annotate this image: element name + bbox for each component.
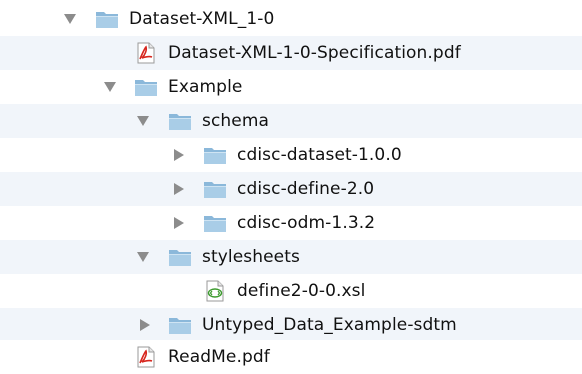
folder-icon xyxy=(203,178,227,200)
tree-item-label: Example xyxy=(168,77,243,97)
tree-row-cdisc-dataset[interactable]: cdisc-dataset-1.0.0 xyxy=(0,138,582,172)
folder-icon xyxy=(168,314,192,336)
folder-icon xyxy=(168,246,192,268)
tree-item-label: Dataset-XML_1-0 xyxy=(129,9,275,29)
tree-row-cdisc-odm[interactable]: cdisc-odm-1.3.2 xyxy=(0,206,582,240)
tree-item-label: ReadMe.pdf xyxy=(168,347,270,367)
disclosure-triangle-expanded-icon[interactable] xyxy=(103,70,117,104)
folder-icon xyxy=(203,144,227,166)
disclosure-triangle-collapsed-icon[interactable] xyxy=(172,138,186,172)
tree-item-label: stylesheets xyxy=(202,247,300,267)
disclosure-triangle-expanded-icon[interactable] xyxy=(63,2,77,36)
tree-item-label: cdisc-dataset-1.0.0 xyxy=(237,145,402,165)
pdf-file-icon xyxy=(134,346,158,368)
folder-icon xyxy=(168,110,192,132)
disclosure-triangle-expanded-icon[interactable] xyxy=(136,240,150,274)
tree-row-stylesheets[interactable]: stylesheets xyxy=(0,240,582,274)
tree-item-label: Untyped_Data_Example-sdtm xyxy=(202,315,457,335)
disclosure-triangle-collapsed-icon[interactable] xyxy=(172,172,186,206)
tree-row-specification-pdf[interactable]: Dataset-XML-1-0-Specification.pdf xyxy=(0,36,582,70)
folder-icon xyxy=(95,8,119,30)
folder-icon xyxy=(134,76,158,98)
tree-item-label: schema xyxy=(202,111,270,131)
disclosure-triangle-collapsed-icon[interactable] xyxy=(138,308,152,342)
tree-row-readme-pdf[interactable]: ReadMe.pdf xyxy=(0,340,582,374)
finder-outline-view: Dataset-XML_1-0 Dataset-XML-1-0-Specific… xyxy=(0,0,582,374)
pdf-file-icon xyxy=(134,42,158,64)
tree-item-label: define2-0-0.xsl xyxy=(237,281,366,301)
tree-row-dataset-xml-1-0[interactable]: Dataset-XML_1-0 xyxy=(0,2,582,36)
disclosure-triangle-collapsed-icon[interactable] xyxy=(172,206,186,240)
tree-item-label: Dataset-XML-1-0-Specification.pdf xyxy=(168,43,461,63)
tree-item-label: cdisc-odm-1.3.2 xyxy=(237,213,376,233)
tree-row-example[interactable]: Example xyxy=(0,70,582,104)
folder-icon xyxy=(203,212,227,234)
tree-row-cdisc-define[interactable]: cdisc-define-2.0 xyxy=(0,172,582,206)
tree-row-define-xsl[interactable]: define2-0-0.xsl xyxy=(0,274,582,308)
tree-item-label: cdisc-define-2.0 xyxy=(237,179,375,199)
tree-row-untyped-data-example[interactable]: Untyped_Data_Example-sdtm xyxy=(0,308,582,342)
disclosure-triangle-expanded-icon[interactable] xyxy=(136,104,150,138)
tree-row-schema[interactable]: schema xyxy=(0,104,582,138)
xsl-file-icon xyxy=(203,280,227,302)
